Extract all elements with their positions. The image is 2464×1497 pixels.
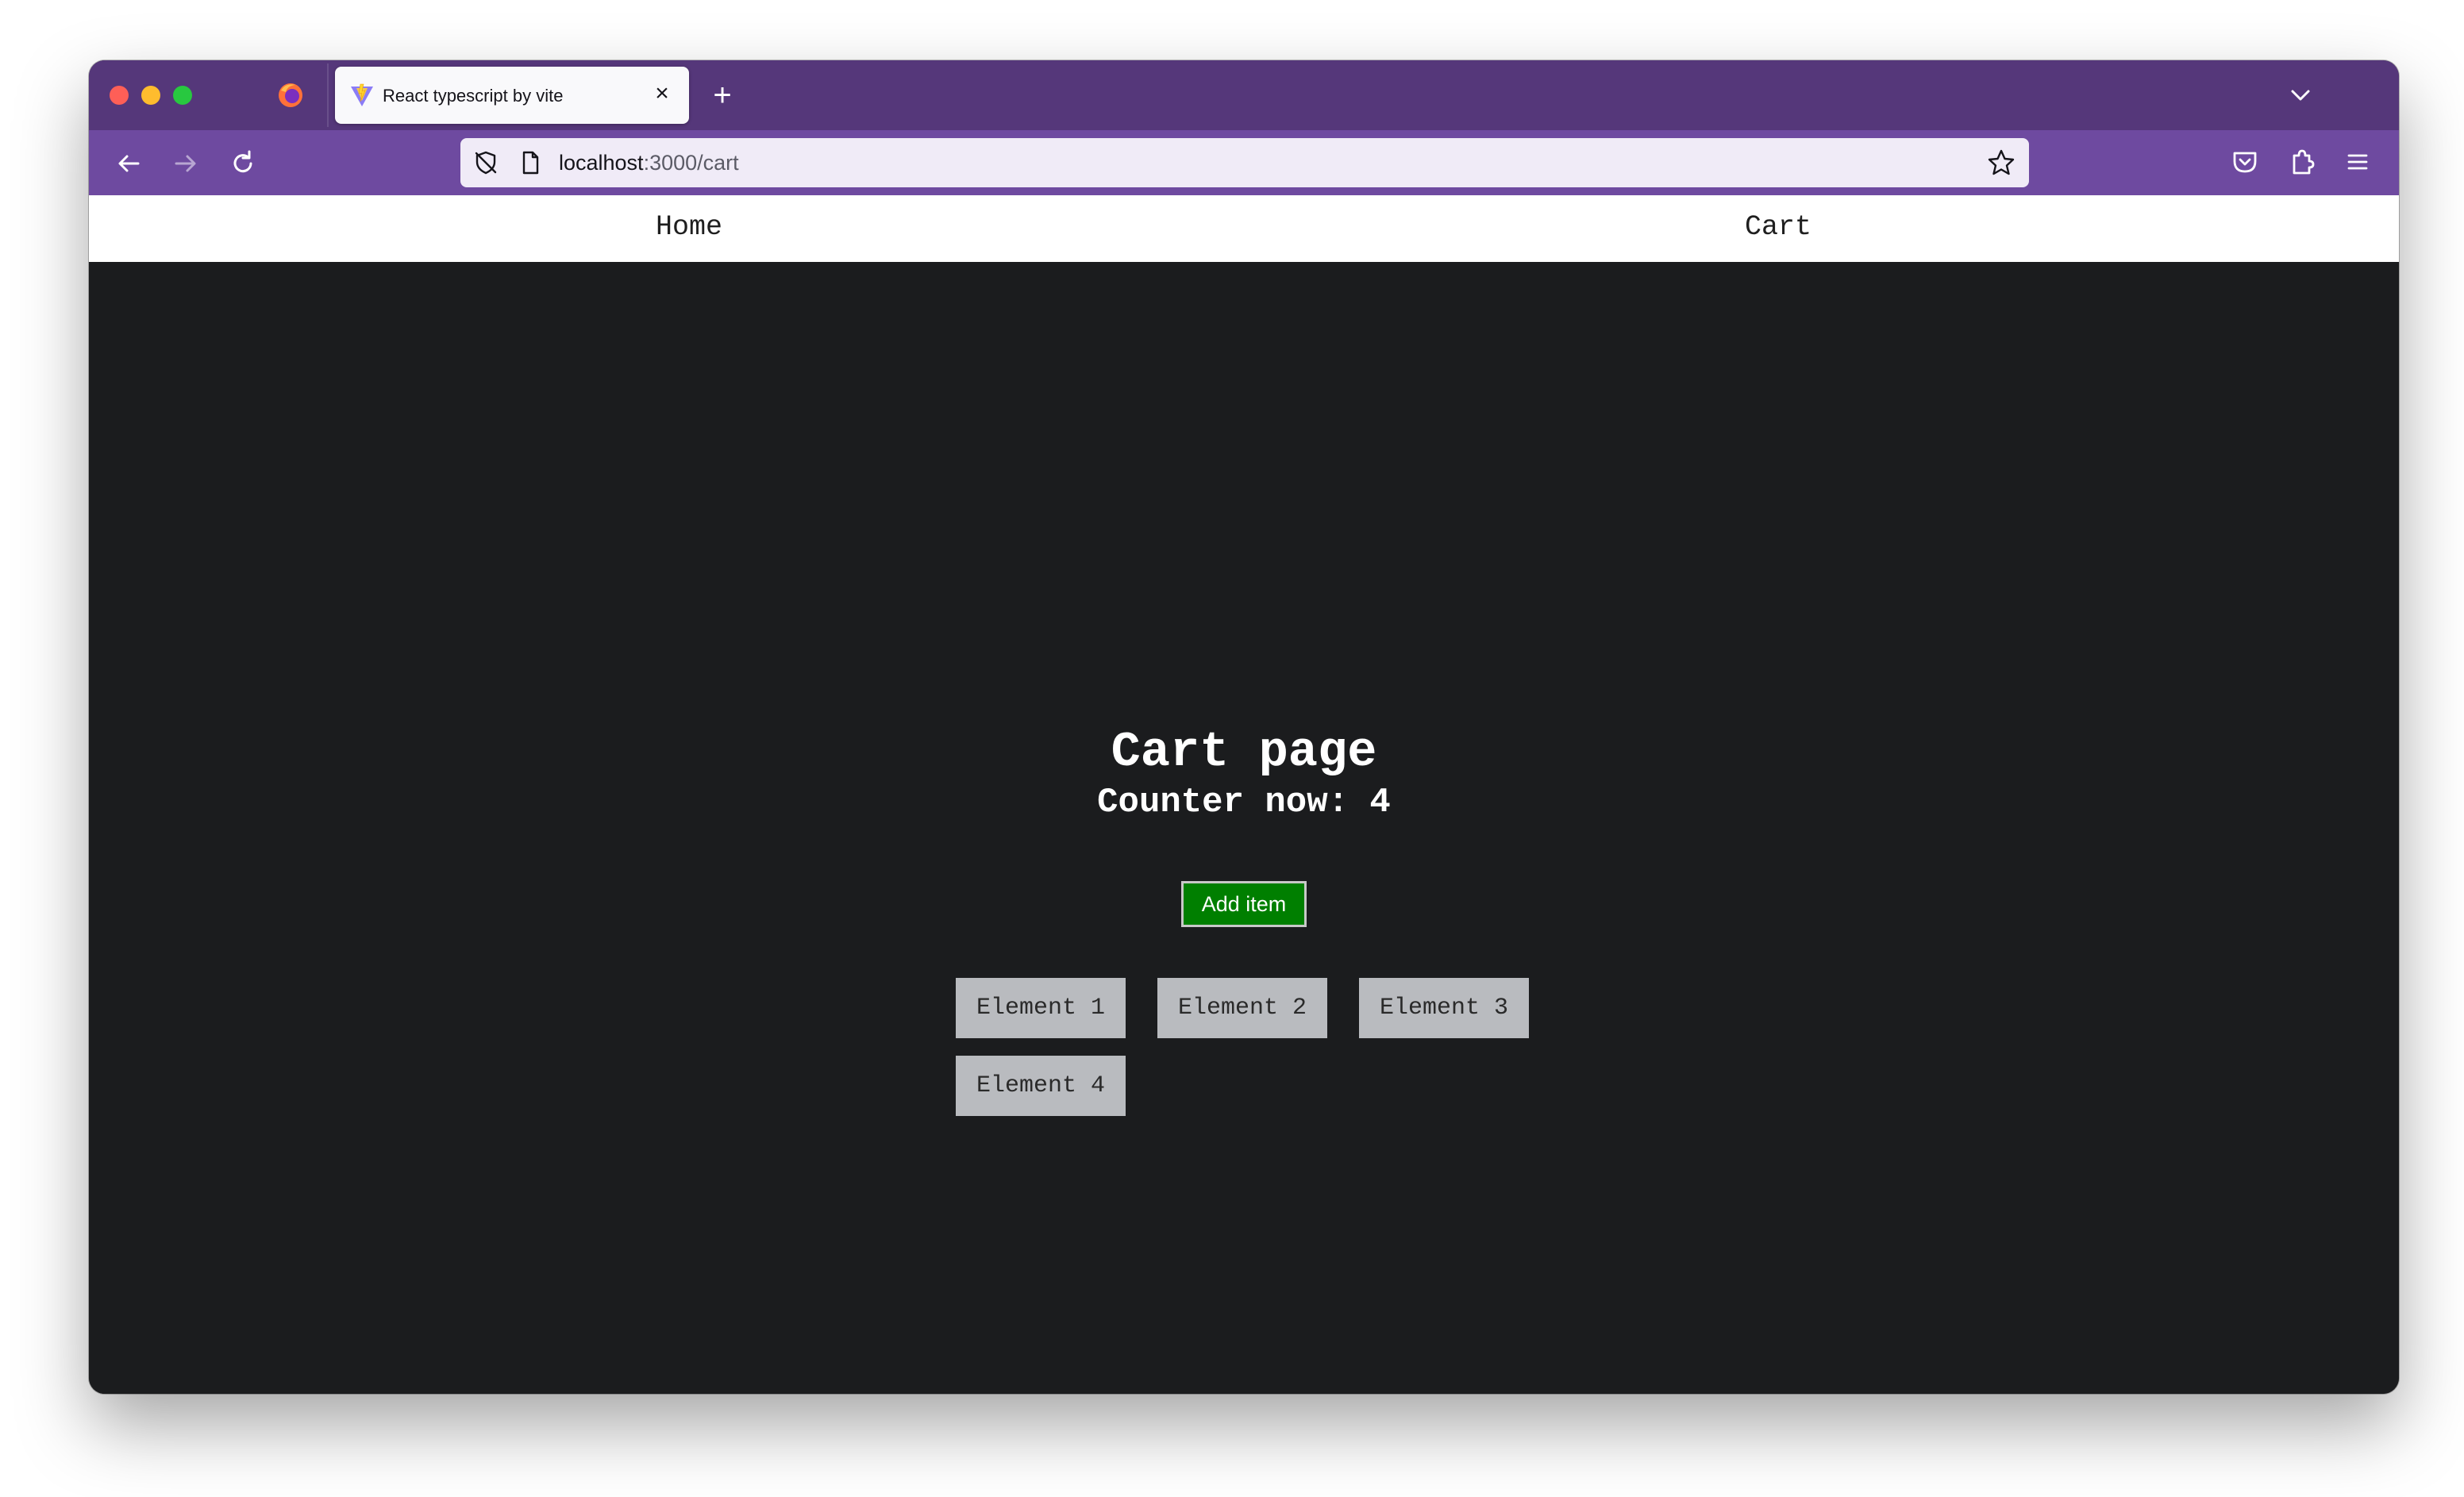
tab-strip: React typescript by vite × + (89, 60, 2399, 130)
new-tab-button[interactable]: + (705, 78, 740, 113)
maximize-window-button[interactable] (173, 86, 192, 105)
page-title: Cart page (1111, 724, 1377, 780)
back-arrow-icon[interactable] (110, 144, 148, 183)
forward-arrow-icon[interactable] (167, 144, 205, 183)
nav-link-cart[interactable]: Cart (1745, 211, 1811, 243)
element-item: Element 3 (1359, 978, 1529, 1038)
element-item: Element 2 (1157, 978, 1327, 1038)
pocket-icon[interactable] (2227, 144, 2262, 179)
url-host: localhost (559, 151, 644, 175)
tab-divider (327, 63, 329, 127)
address-bar[interactable]: localhost:3000/cart (460, 138, 2029, 187)
nav-link-home[interactable]: Home (656, 211, 722, 243)
url-path: :3000/cart (643, 151, 739, 175)
counter-value: 4 (1369, 783, 1391, 822)
chevron-down-icon[interactable] (2285, 79, 2316, 111)
reload-icon[interactable] (224, 144, 262, 183)
element-item: Element 4 (956, 1056, 1126, 1116)
element-item: Element 1 (956, 978, 1126, 1038)
minimize-window-button[interactable] (141, 86, 160, 105)
page-content: Cart page Counter now: 4 Add item Elemen… (89, 262, 2399, 1394)
hamburger-menu-icon[interactable] (2340, 144, 2375, 179)
close-window-button[interactable] (110, 86, 129, 105)
url-text[interactable]: localhost:3000/cart (559, 151, 739, 175)
vite-icon (349, 83, 375, 108)
site-nav: Home Cart (89, 195, 2399, 262)
add-item-button[interactable]: Add item (1181, 881, 1307, 927)
page-info-icon[interactable] (516, 148, 545, 177)
tab-active[interactable]: React typescript by vite × (335, 67, 689, 124)
firefox-icon (276, 81, 305, 110)
tracking-shield-icon[interactable] (472, 148, 500, 177)
extensions-puzzle-icon[interactable] (2285, 144, 2320, 179)
tab-title: React typescript by vite (383, 86, 564, 106)
navigation-toolbar: localhost:3000/cart (89, 130, 2399, 195)
close-tab-icon[interactable]: × (649, 81, 675, 106)
counter-label: Counter now: (1097, 783, 1349, 822)
bookmark-star-icon[interactable] (1986, 148, 2016, 178)
counter-text: Counter now: 4 (89, 783, 2399, 822)
browser-window: React typescript by vite × + localhost:3… (89, 60, 2399, 1394)
